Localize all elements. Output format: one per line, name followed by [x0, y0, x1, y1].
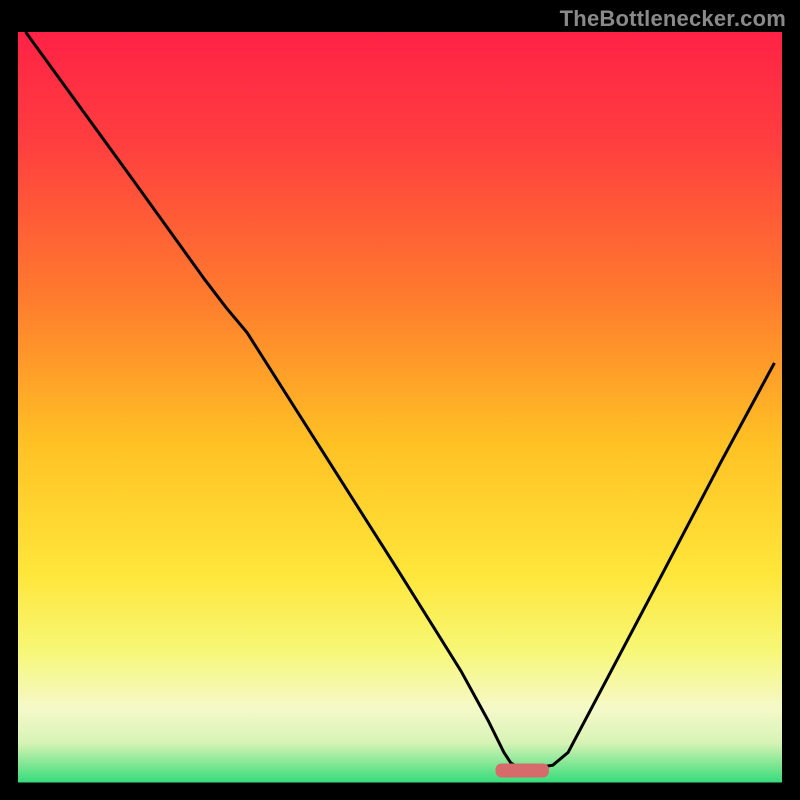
optimal-marker	[496, 763, 549, 777]
chart-frame: TheBottlenecker.com	[0, 0, 800, 800]
attribution-label: TheBottlenecker.com	[560, 6, 786, 32]
gradient-background	[18, 32, 782, 784]
bottleneck-chart	[0, 0, 800, 800]
